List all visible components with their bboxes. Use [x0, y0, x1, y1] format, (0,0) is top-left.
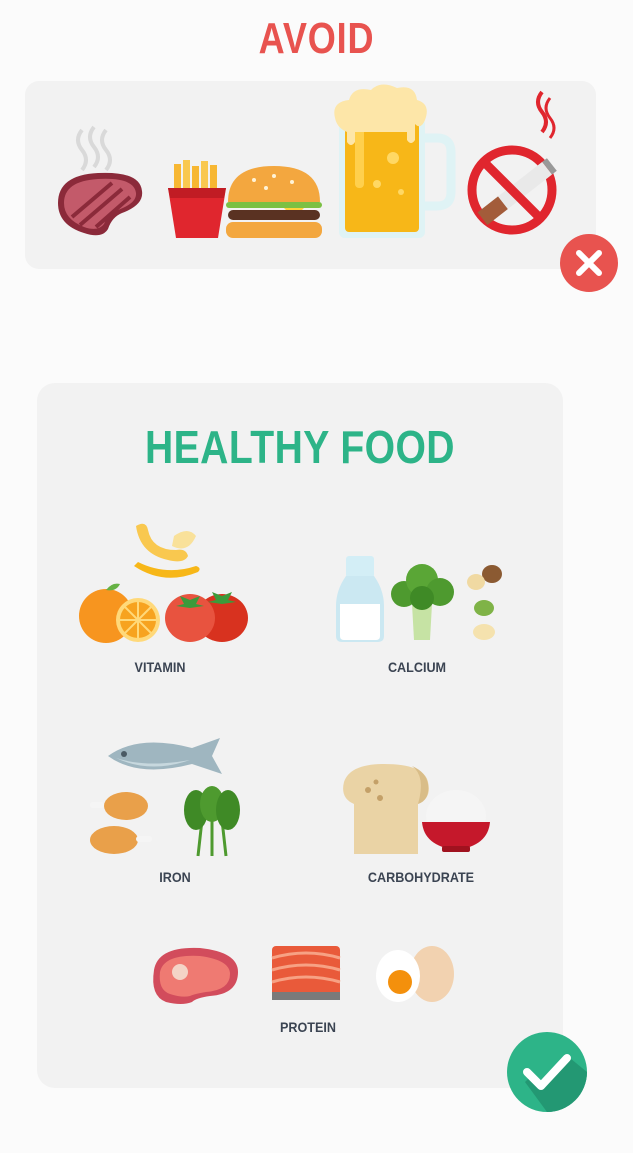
burger-icon	[226, 166, 322, 238]
fish-icon	[108, 738, 222, 774]
check-icon	[507, 1032, 587, 1112]
bread-icon	[343, 764, 429, 854]
orange-icon	[79, 583, 160, 643]
egg-icon	[376, 946, 454, 1002]
no-smoking-icon	[467, 90, 557, 235]
category-label-iron: IRON	[159, 869, 191, 885]
spinach-icon	[184, 786, 240, 857]
x-icon	[560, 234, 618, 292]
meat-icon	[153, 947, 238, 1004]
tomato-icon	[165, 592, 248, 642]
broccoli-icon	[391, 564, 454, 640]
fries-icon	[168, 160, 226, 238]
salmon-icon	[271, 946, 341, 1000]
steak-icon	[58, 125, 143, 236]
rice-bowl-icon	[422, 790, 490, 852]
nuts-icon	[467, 565, 502, 640]
banana-icon	[134, 523, 200, 578]
avoid-title: AVOID	[258, 14, 375, 63]
chicken-leg-icon	[90, 792, 152, 854]
category-label-calcium: CALCIUM	[387, 659, 447, 675]
category-label-protein: PROTEIN	[279, 1019, 336, 1035]
healthy-title: HEALTHY FOOD	[145, 421, 455, 473]
milk-bottle-icon	[336, 556, 384, 642]
category-label-carbohydrate: CARBOHYDRATE	[367, 869, 475, 885]
beer-icon	[334, 84, 456, 238]
category-label-vitamin: VITAMIN	[134, 659, 186, 675]
